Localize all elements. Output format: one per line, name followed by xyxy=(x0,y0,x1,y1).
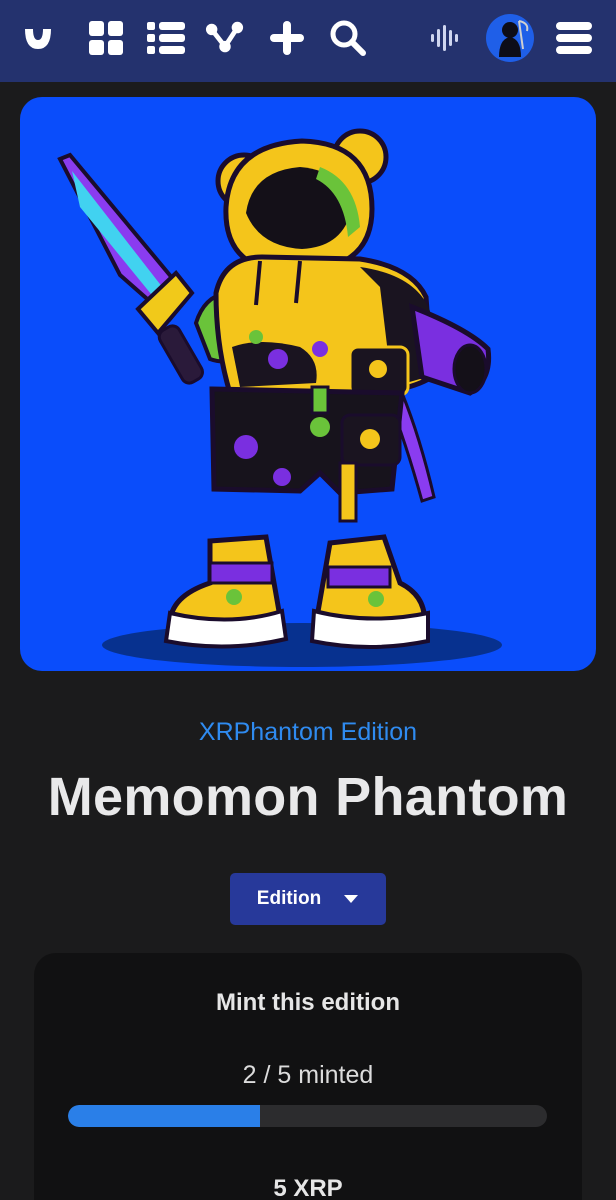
page-title: Memomon Phantom xyxy=(47,767,569,827)
character-illustration xyxy=(57,128,502,667)
top-nav-bar xyxy=(0,0,616,82)
activity-icon[interactable] xyxy=(205,16,245,60)
avatar[interactable] xyxy=(484,14,536,62)
search-icon[interactable] xyxy=(328,16,368,60)
plus-icon[interactable] xyxy=(267,16,307,60)
sword xyxy=(57,152,204,385)
mint-card: Mint this edition 2 / 5 minted 5 XRP xyxy=(34,953,582,1200)
left-shoe xyxy=(163,534,289,649)
mint-price: 5 XRP xyxy=(273,1175,343,1200)
mint-progress-fill xyxy=(68,1105,260,1127)
menu-icon[interactable] xyxy=(554,16,594,60)
audio-wave-icon[interactable] xyxy=(425,16,465,60)
minted-count: 2 / 5 minted xyxy=(242,1061,374,1089)
caret-down-icon xyxy=(343,888,359,910)
right-shoe xyxy=(309,534,430,649)
mint-progress-bar xyxy=(68,1105,547,1127)
edition-dropdown-label: Edition xyxy=(256,888,322,909)
logo-icon[interactable] xyxy=(18,16,58,60)
list-icon[interactable] xyxy=(146,16,186,60)
edition-dropdown-button[interactable]: Edition xyxy=(230,873,386,925)
mint-heading: Mint this edition xyxy=(216,989,400,1016)
grid-icon[interactable] xyxy=(86,16,126,60)
nft-artwork[interactable] xyxy=(20,97,596,671)
collection-link[interactable]: XRPhantom Edition xyxy=(0,718,616,747)
